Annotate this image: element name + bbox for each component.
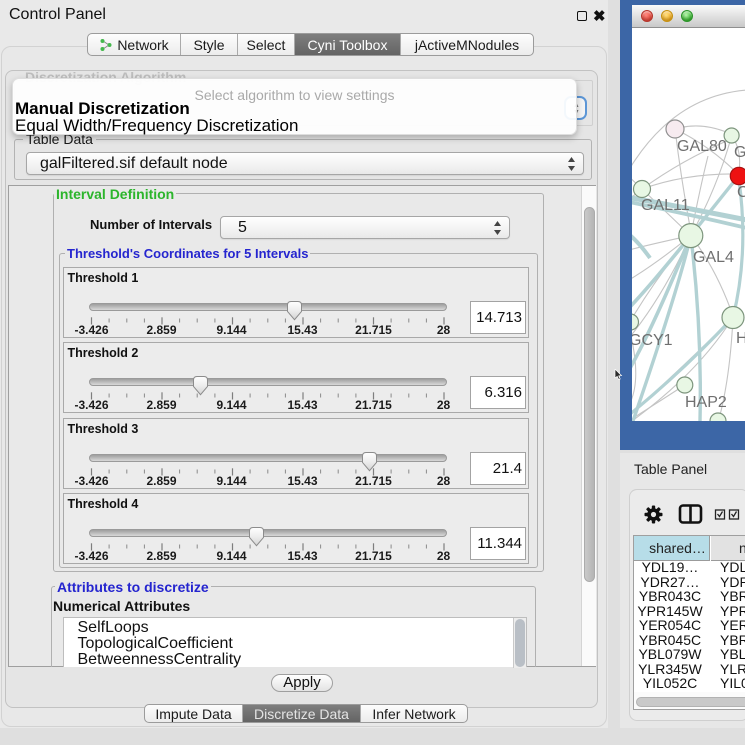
svg-text:HA: HA (736, 330, 745, 347)
svg-text:HAP2: HAP2 (685, 394, 727, 411)
svg-text:GAL4: GAL4 (693, 249, 734, 266)
svg-text:GAL11: GAL11 (641, 197, 690, 214)
svg-text:GA: GA (734, 144, 745, 161)
svg-text:GCY1: GCY1 (632, 332, 673, 349)
svg-text:GAL80: GAL80 (677, 138, 727, 155)
svg-text:C: C (737, 184, 745, 201)
